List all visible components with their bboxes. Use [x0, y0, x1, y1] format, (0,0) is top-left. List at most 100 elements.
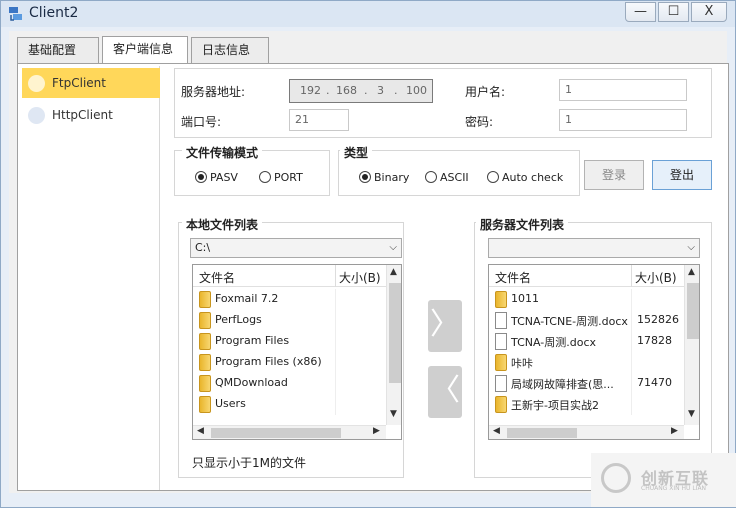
column-size[interactable]: 大小(B) [339, 269, 381, 286]
client-type-list: FtpClient HttpClient [22, 66, 160, 490]
file-name: Program Files [215, 334, 290, 347]
local-horizontal-scrollbar[interactable]: ◀ ▶ [193, 425, 386, 439]
local-file-list[interactable]: 文件名 大小(B) Foxmail 7.2 PerfLogs Program Fil… [192, 264, 402, 440]
app-icon [9, 7, 22, 21]
sidebar-item-httpclient[interactable]: HttpClient [22, 100, 160, 130]
file-name: TCNA-周测.docx [511, 336, 597, 349]
tab-panel: FtpClient HttpClient 服务器地址: 192 . 168 . … [17, 63, 729, 491]
ip-octet-1: 192 [300, 84, 321, 97]
chevron-down-icon: ⌵ [687, 242, 695, 253]
app-window: Client2 — ☐ X 基础配置 客户端信息 日志信息 FtpClient … [0, 0, 736, 508]
file-row[interactable]: Program Files (x86) [193, 352, 386, 373]
local-files-title: 本地文件列表 [182, 216, 263, 233]
upload-arrow-button[interactable]: 〉 [428, 300, 462, 352]
minimize-button[interactable]: — [625, 2, 656, 22]
list-header: 文件名 大小(B) [489, 265, 685, 287]
file-name: 王新宇-项目实战2 [511, 399, 599, 412]
file-name: 1011 [511, 292, 539, 305]
radio-auto-check[interactable]: Auto check [487, 171, 563, 184]
column-name[interactable]: 文件名 [495, 269, 531, 286]
file-row[interactable]: PerfLogs [193, 310, 386, 331]
document-icon [495, 312, 507, 329]
radio-binary[interactable]: Binary [359, 171, 409, 184]
file-size: 152826 [637, 313, 679, 326]
file-row[interactable]: 王新宇-项目实战2 [489, 394, 684, 415]
server-files-title: 服务器文件列表 [476, 216, 569, 233]
ip-octet-4: 100 [406, 84, 427, 97]
list-header: 文件名 大小(B) [193, 265, 387, 287]
file-name: Users [215, 397, 246, 410]
maximize-button[interactable]: ☐ [658, 2, 689, 22]
tab-log-info[interactable]: 日志信息 [191, 37, 269, 63]
file-name: Program Files (x86) [215, 355, 322, 368]
folder-icon [199, 312, 211, 329]
password-input[interactable]: 1 [559, 109, 687, 131]
status-dot-icon [28, 75, 45, 92]
radio-port[interactable]: PORT [259, 171, 303, 184]
client-area: 基础配置 客户端信息 日志信息 FtpClient HttpClient 服务器… [9, 31, 729, 493]
login-button[interactable]: 登录 [584, 160, 644, 190]
radio-unchecked-icon [259, 171, 271, 183]
radio-unchecked-icon [425, 171, 437, 183]
file-name: 咔咔 [511, 357, 533, 370]
file-size: 17828 [637, 334, 672, 347]
tab-basic-config[interactable]: 基础配置 [17, 37, 99, 63]
logout-button[interactable]: 登出 [652, 160, 712, 190]
file-row[interactable]: Users [193, 394, 386, 415]
server-vertical-scrollbar[interactable]: ▲ ▼ [684, 265, 699, 425]
column-name[interactable]: 文件名 [199, 269, 235, 286]
tab-client-info[interactable]: 客户端信息 [102, 36, 188, 64]
file-row[interactable]: 咔咔 [489, 352, 684, 373]
local-path-select[interactable]: C:\ ⌵ [190, 238, 402, 258]
column-size[interactable]: 大小(B) [635, 269, 677, 286]
folder-icon [495, 291, 507, 308]
file-row[interactable]: Foxmail 7.2 [193, 289, 386, 310]
port-input[interactable]: 21 [289, 109, 349, 131]
download-arrow-button[interactable]: 〈 [428, 366, 462, 418]
server-address-input[interactable]: 192 . 168 . 3 . 100 [289, 79, 433, 103]
server-path-select[interactable]: ⌵ [488, 238, 700, 258]
server-horizontal-scrollbar[interactable]: ◀ ▶ [489, 425, 684, 439]
file-name: 局域网故障排查(思... [511, 378, 614, 391]
sidebar-item-label: FtpClient [52, 76, 106, 90]
file-name: QMDownload [215, 376, 288, 389]
local-vertical-scrollbar[interactable]: ▲ ▼ [386, 265, 401, 425]
ip-octet-2: 168 [336, 84, 357, 97]
server-address-label: 服务器地址: [181, 85, 246, 99]
connection-group: 服务器地址: 192 . 168 . 3 . 100 用户名: 1 端口号: 2… [174, 68, 712, 138]
folder-icon [495, 396, 507, 413]
folder-icon [199, 333, 211, 350]
type-group: Binary ASCII Auto check [338, 150, 580, 196]
chevron-down-icon: ⌵ [389, 242, 397, 253]
file-row[interactable]: Program Files [193, 331, 386, 352]
type-title: 类型 [340, 144, 373, 161]
file-row[interactable]: TCNA-TCNE-周测.docx 152826 [489, 310, 684, 331]
file-size: 71470 [637, 376, 672, 389]
radio-unchecked-icon [487, 171, 499, 183]
sidebar-item-ftpclient[interactable]: FtpClient [22, 68, 160, 98]
close-button[interactable]: X [691, 2, 727, 22]
watermark: 创新互联 CHUANG XIN HU LIAN [591, 453, 736, 507]
ip-octet-3: 3 [377, 84, 384, 97]
brand-logo-icon [601, 463, 631, 493]
file-row[interactable]: QMDownload [193, 373, 386, 394]
file-row[interactable]: 局域网故障排查(思... 71470 [489, 373, 684, 394]
watermark-subtext: CHUANG XIN HU LIAN [641, 485, 707, 492]
title-bar[interactable]: Client2 — ☐ X [1, 1, 735, 27]
document-icon [495, 375, 507, 392]
username-label: 用户名: [465, 85, 506, 99]
window-title: Client2 [29, 5, 79, 21]
folder-icon [495, 354, 507, 371]
transfer-mode-title: 文件传输模式 [182, 144, 263, 161]
file-row[interactable]: 1011 [489, 289, 684, 310]
document-icon [495, 333, 507, 350]
folder-icon [199, 375, 211, 392]
username-input[interactable]: 1 [559, 79, 687, 101]
radio-ascii[interactable]: ASCII [425, 171, 469, 184]
port-label: 端口号: [181, 115, 222, 129]
sidebar-item-label: HttpClient [52, 108, 113, 122]
server-file-list[interactable]: 文件名 大小(B) 1011 TCNA-TCNE-周测.docx 152826 TCN… [488, 264, 700, 440]
radio-pasv[interactable]: PASV [195, 171, 238, 184]
radio-checked-icon [195, 171, 207, 183]
file-row[interactable]: TCNA-周测.docx 17828 [489, 331, 684, 352]
